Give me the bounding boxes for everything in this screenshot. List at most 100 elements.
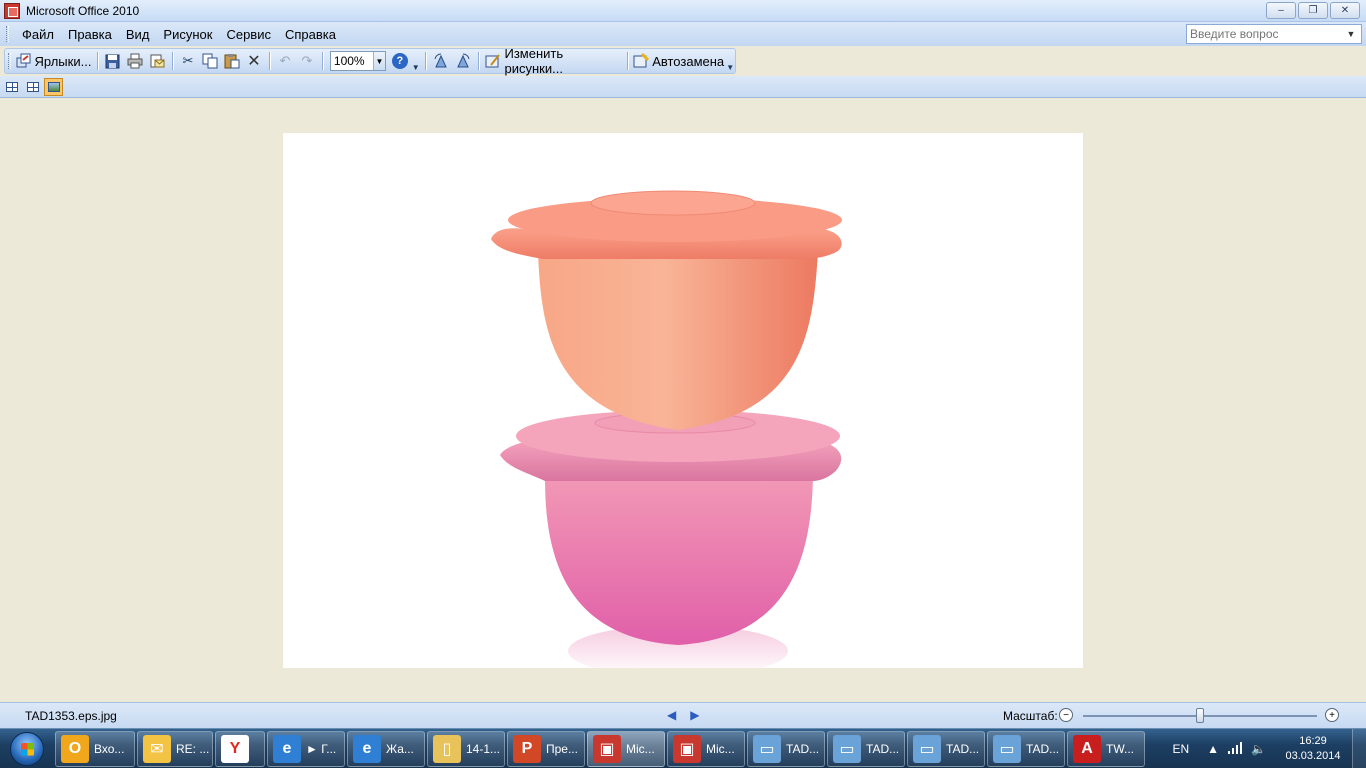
rotate-right-button[interactable] <box>452 50 474 72</box>
show-hidden-icons-icon[interactable]: ▲ <box>1207 742 1219 756</box>
autocorrect-button[interactable]: Автозамена <box>632 50 726 72</box>
folder-icon: ▯ <box>433 734 461 763</box>
copy-button[interactable] <box>199 50 221 72</box>
standard-toolbar: Ярлыки... ✂ ✕ ↶ ↷ 100% ▼ ? ▼ Изменить ри… <box>4 46 736 76</box>
taskbar-button[interactable]: O Вхо... <box>55 730 135 767</box>
network-signal-icon[interactable] <box>1227 741 1243 757</box>
taskbar-button-label: RE: ... <box>176 741 210 756</box>
previous-picture-icon[interactable]: ◀ <box>667 708 676 722</box>
start-button[interactable] <box>0 729 54 768</box>
restore-button[interactable]: ❐ <box>1298 2 1328 19</box>
undo-button[interactable]: ↶ <box>274 50 296 72</box>
redo-button[interactable]: ↷ <box>296 50 318 72</box>
edit-pictures-button[interactable]: Изменить рисунки... <box>482 46 622 76</box>
delete-button[interactable]: ✕ <box>243 50 265 72</box>
internet-explorer-icon: e <box>353 734 381 763</box>
window-title: Microsoft Office 2010 <box>26 3 140 18</box>
taskbar-button[interactable]: P Пре... <box>507 730 585 767</box>
shortcuts-icon <box>16 53 32 69</box>
cut-button[interactable]: ✂ <box>177 50 199 72</box>
clock-date: 03.03.2014 <box>1285 750 1341 762</box>
mail-envelope-icon: ✉ <box>143 734 171 763</box>
status-bar: TAD1353.eps.jpg ◀ ▶ Масштаб: − + <box>0 702 1366 728</box>
show-desktop-button[interactable] <box>1352 729 1366 768</box>
minimize-button[interactable]: ‒ <box>1266 2 1296 19</box>
taskbar-button[interactable]: ▭ TAD... <box>987 730 1065 767</box>
picture-manager-app-icon[interactable] <box>4 2 20 19</box>
taskbar-button[interactable]: ▭ TAD... <box>907 730 985 767</box>
menu-file[interactable]: Файл <box>15 25 61 44</box>
menu-view[interactable]: Вид <box>119 25 157 44</box>
paste-button[interactable] <box>221 50 243 72</box>
volume-icon[interactable]: 🔈 <box>1251 742 1266 756</box>
clock[interactable]: 16:29 03.03.2014 <box>1274 734 1352 764</box>
toolbar-options-icon[interactable]: ▼ <box>725 50 735 72</box>
image-file-icon: ▭ <box>753 734 781 763</box>
menu-grip[interactable] <box>6 26 9 42</box>
taskbar-button[interactable]: Y <box>215 730 265 767</box>
toolbar-options-icon[interactable]: ▼ <box>411 50 421 72</box>
help-icon: ? <box>391 53 408 69</box>
next-picture-icon[interactable]: ▶ <box>690 708 699 722</box>
taskbar-button-label: 14-1... <box>466 741 501 756</box>
zoom-value: 100% <box>333 54 365 68</box>
single-picture-view-button[interactable] <box>44 77 63 96</box>
image-file-icon: ▭ <box>833 734 861 763</box>
taskbar-button[interactable]: A TW... <box>1067 730 1145 767</box>
internet-explorer-icon: e <box>273 734 301 763</box>
taskbar-button[interactable]: ▭ TAD... <box>747 730 825 767</box>
picture-canvas[interactable] <box>0 99 1366 702</box>
displayed-picture[interactable] <box>283 133 1083 668</box>
redo-icon: ↷ <box>301 53 313 68</box>
scissors-icon: ✂ <box>182 53 194 68</box>
taskbar-button[interactable]: ✉ RE: ... <box>137 730 213 767</box>
menu-bar: Файл Правка Вид Рисунок Сервис Справка ▼ <box>0 22 1366 46</box>
close-button[interactable]: ✕ <box>1330 2 1360 19</box>
menu-help[interactable]: Справка <box>278 25 343 44</box>
help-search-box[interactable]: ▼ <box>1186 24 1362 44</box>
menu-tools[interactable]: Сервис <box>219 25 278 44</box>
outlook-icon: O <box>61 734 89 763</box>
taskbar-button-label: TW... <box>1106 741 1134 756</box>
title-bar[interactable]: Microsoft Office 2010 ‒ ❐ ✕ <box>0 0 1366 22</box>
help-button[interactable]: ? <box>389 50 411 72</box>
zoom-out-icon[interactable]: − <box>1059 708 1073 722</box>
taskbar-button[interactable]: e ► Г... <box>267 730 345 767</box>
current-file-name: TAD1353.eps.jpg <box>25 709 117 723</box>
toolbar-separator <box>626 52 628 70</box>
toolbar-separator <box>97 52 98 70</box>
filmstrip-view-button[interactable] <box>23 78 42 96</box>
zoom-in-icon[interactable]: + <box>1325 708 1339 722</box>
email-button[interactable] <box>146 50 168 72</box>
zoom-select[interactable]: 100% ▼ <box>329 51 386 71</box>
yandex-browser-icon: Y <box>221 734 249 763</box>
taskbar-button-label: Пре... <box>546 741 578 756</box>
thumbnail-view-button[interactable] <box>2 78 21 96</box>
toolbar-separator <box>268 52 270 70</box>
toolbar-grip[interactable] <box>8 53 11 69</box>
shortcuts-button[interactable]: Ярлыки... <box>14 50 93 72</box>
taskbar-button-label: TAD... <box>866 741 900 756</box>
taskbar-button[interactable]: e Жа... <box>347 730 425 767</box>
rotate-left-button[interactable] <box>430 50 452 72</box>
menu-picture[interactable]: Рисунок <box>156 25 219 44</box>
zoom-slider-thumb[interactable] <box>1196 708 1204 723</box>
taskbar-button[interactable]: ▣ Mic... <box>587 730 665 767</box>
taskbar-button[interactable]: ▣ Mic... <box>667 730 745 767</box>
language-indicator[interactable]: EN <box>1172 742 1189 756</box>
help-search-input[interactable] <box>1187 27 1343 41</box>
windows-logo-icon <box>10 731 44 766</box>
taskbar-button-label: TAD... <box>946 741 980 756</box>
undo-icon: ↶ <box>279 53 291 68</box>
taskbar-button[interactable]: ▯ 14-1... <box>427 730 505 767</box>
picture-manager-icon: ▣ <box>593 734 621 763</box>
clock-time: 16:29 <box>1299 735 1327 747</box>
picture-manager-icon: ▣ <box>673 734 701 763</box>
chevron-down-icon[interactable]: ▼ <box>372 52 385 70</box>
save-button[interactable] <box>102 50 124 72</box>
print-button[interactable] <box>124 50 146 72</box>
taskbar-button[interactable]: ▭ TAD... <box>827 730 905 767</box>
chevron-down-icon[interactable]: ▼ <box>1343 25 1359 43</box>
menu-edit[interactable]: Правка <box>61 25 119 44</box>
printer-icon <box>127 53 143 69</box>
